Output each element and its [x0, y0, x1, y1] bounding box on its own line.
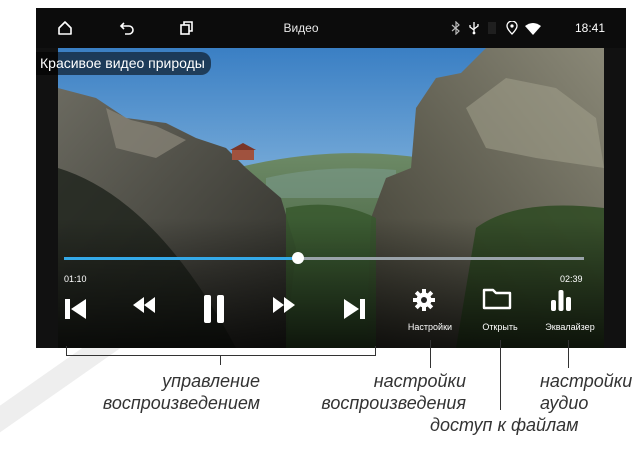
current-time: 01:10 [64, 274, 87, 284]
status-time: 18:41 [574, 21, 606, 35]
fast-forward-button[interactable] [272, 296, 308, 330]
skip-previous-button[interactable] [62, 296, 98, 330]
status-bar-title: Видео [283, 21, 319, 35]
device-screen: Видео 18:41 Красивое видео природы 01:10… [36, 8, 626, 348]
total-time: 02:39 [560, 274, 583, 284]
annotation-playback-settings: настройки воспроизведения [321, 371, 466, 413]
gear-icon [413, 289, 435, 311]
bluetooth-icon [446, 8, 466, 48]
rewind-icon [133, 297, 155, 313]
settings-button[interactable] [412, 288, 448, 318]
annotation-line-open [500, 340, 501, 410]
back-icon[interactable] [112, 8, 142, 48]
annotation-bracket [66, 355, 376, 356]
video-player[interactable]: Красивое видео природы 01:10 02:39 Настр… [36, 48, 626, 348]
annotation-file-access: доступ к файлам [430, 415, 579, 435]
seek-bar[interactable] [64, 252, 584, 264]
equalizer-button[interactable] [550, 288, 586, 318]
annotation-bracket-center [220, 355, 221, 365]
settings-label: Настройки [407, 322, 453, 332]
home-icon[interactable] [50, 8, 80, 48]
open-label: Открыть [482, 322, 518, 332]
video-frame [36, 48, 626, 348]
wifi-icon [521, 8, 545, 48]
skip-next-button[interactable] [342, 296, 378, 330]
folder-icon [482, 288, 512, 310]
pause-button[interactable] [202, 294, 238, 332]
skip-next-icon [344, 299, 365, 319]
video-title: Красивое видео природы [36, 52, 211, 75]
annotation-playback-control: управление воспроизведением [102, 371, 260, 413]
annotation-audio-settings: настройки аудио [540, 371, 633, 413]
skip-previous-icon [65, 299, 86, 319]
seek-bar-progress [64, 257, 298, 260]
signal-box-icon [485, 8, 499, 48]
annotation-line-settings [430, 340, 431, 368]
status-bar: Видео 18:41 [36, 8, 626, 48]
location-icon [502, 8, 522, 48]
pause-icon [204, 295, 224, 323]
annotation-line-equalizer [568, 340, 569, 368]
recents-icon[interactable] [171, 8, 201, 48]
fast-forward-icon [273, 297, 295, 313]
open-button[interactable] [482, 288, 518, 318]
annotation-bracket-right [375, 346, 376, 356]
usb-icon [464, 8, 484, 48]
equalizer-icon [551, 290, 571, 311]
rewind-button[interactable] [132, 296, 168, 330]
seek-bar-thumb[interactable] [292, 252, 304, 264]
equalizer-label: Эквалайзер [545, 322, 595, 332]
